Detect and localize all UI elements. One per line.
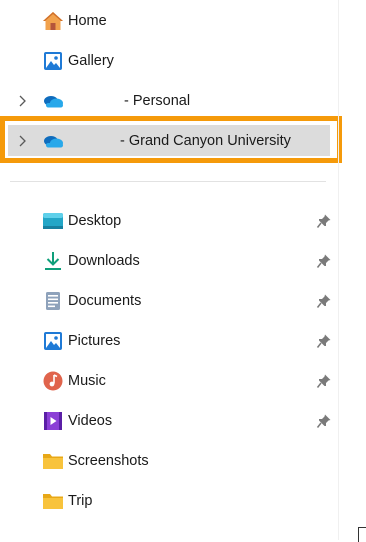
pin-icon[interactable] <box>316 293 332 309</box>
nav-item-trip[interactable]: Trip <box>0 485 338 517</box>
home-icon <box>42 11 64 31</box>
folder-icon <box>42 451 64 471</box>
pin-icon[interactable] <box>316 333 332 349</box>
documents-icon <box>42 291 64 311</box>
nav-item-music[interactable]: Music <box>0 365 338 397</box>
nav-item-label: Desktop <box>68 213 122 229</box>
pin-icon[interactable] <box>316 213 332 229</box>
nav-item-label: Gallery <box>68 53 114 69</box>
nav-item-desktop[interactable]: Desktop <box>0 205 338 237</box>
navigation-pane: Home Gallery - Personal - Grand Canyon U… <box>0 0 342 540</box>
nav-item-label: Screenshots <box>68 453 149 469</box>
nav-item-gallery[interactable]: Gallery <box>0 45 338 77</box>
nav-item-pictures[interactable]: Pictures <box>0 325 338 357</box>
nav-item-label: Downloads <box>68 253 140 269</box>
gallery-icon <box>42 51 64 71</box>
videos-icon <box>42 411 64 431</box>
nav-item-videos[interactable]: Videos <box>0 405 338 437</box>
nav-item-downloads[interactable]: Downloads <box>0 245 338 277</box>
pane-separator <box>338 0 339 540</box>
nav-item-onedrive-personal[interactable]: - Personal <box>0 85 338 117</box>
nav-item-label: - Personal <box>124 93 191 109</box>
pictures-icon <box>42 331 64 351</box>
pin-icon[interactable] <box>316 253 332 269</box>
onedrive-cloud-icon <box>42 91 64 111</box>
divider <box>10 181 326 182</box>
nav-item-screenshots[interactable]: Screenshots <box>0 445 338 477</box>
nav-item-label: Documents <box>68 293 142 309</box>
desktop-folder-icon <box>42 211 64 231</box>
nav-item-home[interactable]: Home <box>0 5 338 37</box>
music-icon <box>42 371 64 391</box>
download-arrow-icon <box>42 251 64 271</box>
nav-item-label: Trip <box>68 493 93 509</box>
chevron-right-icon[interactable] <box>14 93 30 109</box>
nav-item-label: Videos <box>68 413 113 429</box>
pin-icon[interactable] <box>316 373 332 389</box>
selection-highlight-box <box>0 116 342 163</box>
folder-icon <box>42 491 64 511</box>
nav-item-documents[interactable]: Documents <box>0 285 338 317</box>
nav-item-label: Music <box>68 373 106 389</box>
nav-item-label: Home <box>68 13 107 29</box>
pin-icon[interactable] <box>316 413 332 429</box>
nav-item-label: Pictures <box>68 333 121 349</box>
